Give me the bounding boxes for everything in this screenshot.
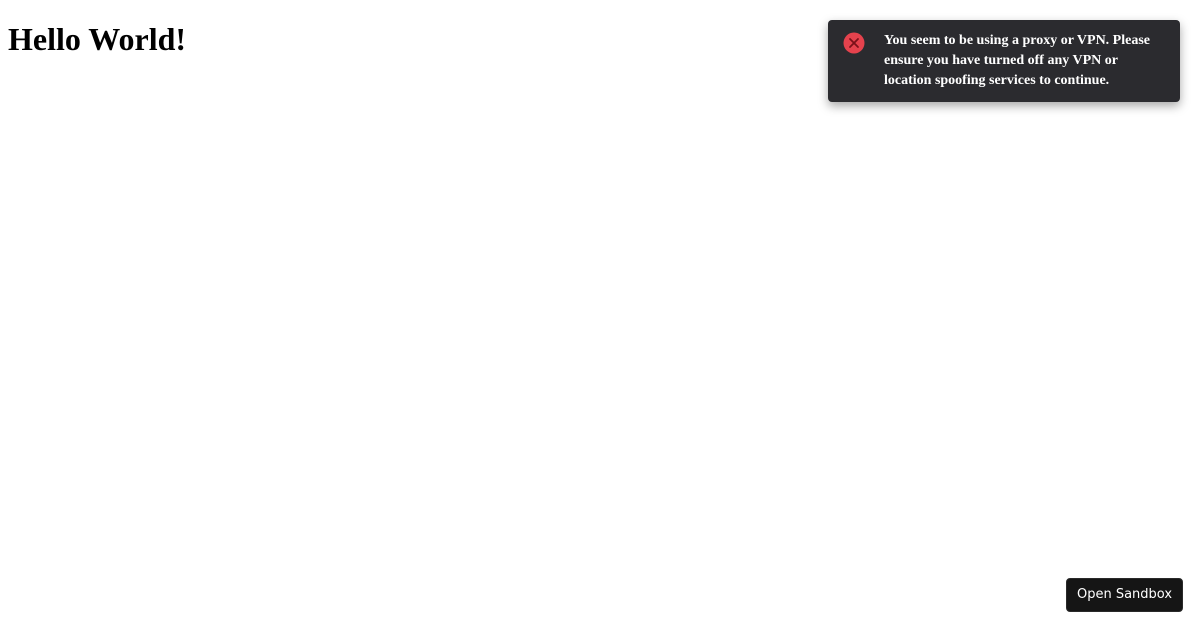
error-circle-x-icon bbox=[842, 31, 866, 55]
toast-message: You seem to be using a proxy or VPN. Ple… bbox=[884, 33, 1150, 88]
error-toast[interactable]: You seem to be using a proxy or VPN. Ple… bbox=[828, 20, 1180, 102]
open-sandbox-button[interactable]: Open Sandbox bbox=[1066, 578, 1183, 612]
page-heading: Hello World! bbox=[8, 21, 187, 57]
